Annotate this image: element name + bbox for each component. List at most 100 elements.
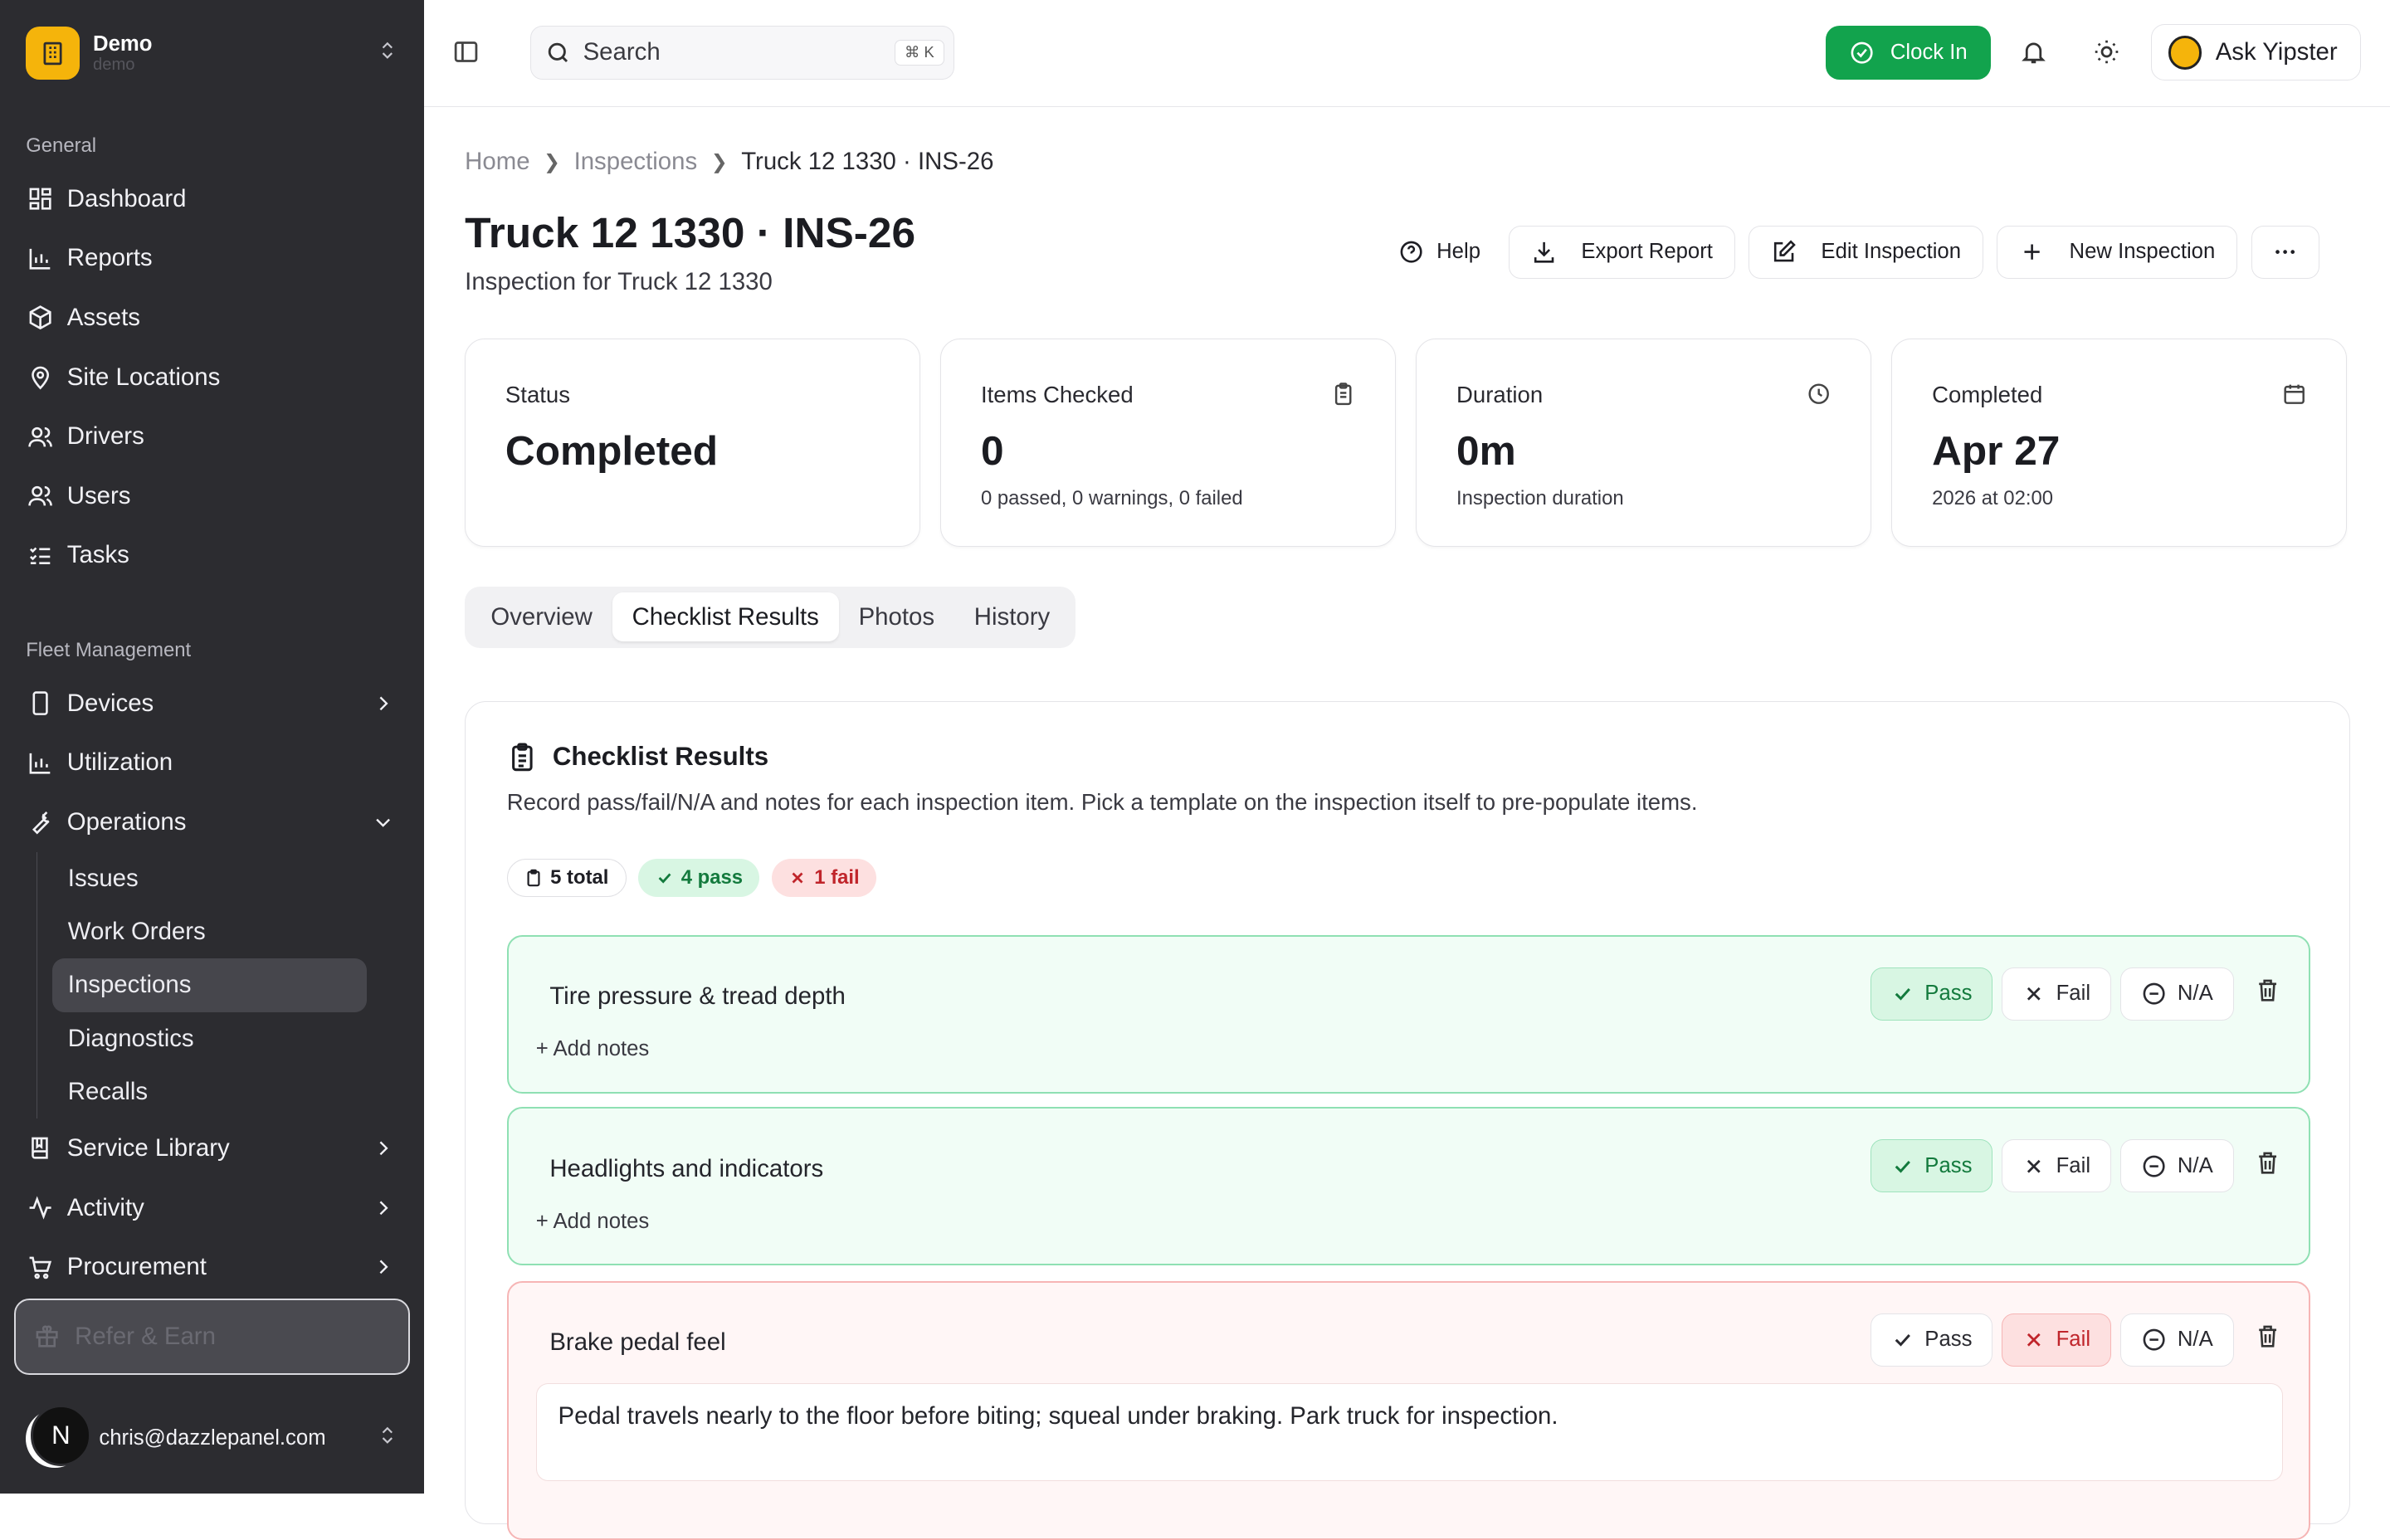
na-button[interactable]: N/A	[2119, 1139, 2234, 1193]
check-icon	[1895, 1160, 1910, 1173]
sun-icon[interactable]	[2093, 38, 2120, 72]
main-content: Search ⌘ K Clock In Ask Yipster Home ❯ I…	[423, 0, 2390, 1540]
export-report-button[interactable]: Export Report	[1509, 225, 1735, 280]
page-title: Truck 12 1330 · INS-26	[465, 207, 916, 256]
check-icon	[1895, 987, 1910, 1001]
pass-label: Pass	[1924, 982, 1973, 1006]
sidebar-item-activity[interactable]: Activity	[14, 1178, 411, 1238]
breadcrumb: Home ❯ Inspections ❯ Truck 12 1330 · INS…	[465, 148, 993, 176]
sidebar-item-operations[interactable]: Operations	[14, 792, 411, 852]
trash-icon[interactable]	[2255, 1150, 2280, 1182]
refer-label: Refer & Earn	[75, 1322, 216, 1350]
add-notes-link[interactable]: + Add notes	[536, 1037, 650, 1061]
sidebar-item-utilization[interactable]: Utilization	[14, 733, 411, 792]
check-icon	[658, 873, 671, 884]
fail-label: Fail	[2056, 1328, 2091, 1352]
checklist-heading: Checklist Results	[507, 742, 768, 772]
box-icon	[29, 305, 51, 330]
sidebar-item-issues[interactable]: Issues	[52, 852, 366, 905]
pass-button[interactable]: Pass	[1871, 1139, 1993, 1193]
edit-inspection-button[interactable]: Edit Inspection	[1749, 225, 1983, 280]
fail-label: Fail	[2056, 982, 2091, 1006]
sidebar-item-label: Activity	[66, 1193, 144, 1221]
na-label: N/A	[2177, 982, 2213, 1006]
items-checked-card: Items Checked 0 0 passed, 0 warnings, 0 …	[940, 338, 1397, 548]
checklist-item-name: Brake pedal feel	[549, 1328, 726, 1356]
chevrons-up-down-icon	[377, 39, 398, 67]
card-value: Completed	[505, 427, 719, 475]
checklist-item-name: Tire pressure & tread depth	[549, 982, 846, 1010]
tab-photos[interactable]: Photos	[839, 592, 954, 641]
new-label: New Inspection	[2069, 240, 2216, 264]
search-icon	[548, 42, 568, 62]
checklist-item: Headlights and indicators + Add notes Pa…	[506, 1107, 2310, 1266]
sidebar-item-drivers[interactable]: Drivers	[14, 407, 411, 466]
tab-checklist-results[interactable]: Checklist Results	[612, 592, 839, 642]
pass-button[interactable]: Pass	[1871, 967, 1993, 1021]
status-card: Status Completed	[465, 338, 921, 548]
sidebar-item-reports[interactable]: Reports	[14, 228, 411, 288]
sidebar-item-label: Devices	[66, 689, 154, 717]
search-input[interactable]: Search ⌘ K	[530, 26, 954, 80]
bar-chart-icon	[29, 753, 51, 774]
add-notes-link[interactable]: + Add notes	[536, 1210, 650, 1234]
pass-button[interactable]: Pass	[1871, 1313, 1993, 1367]
breadcrumb-inspections[interactable]: Inspections	[574, 148, 698, 176]
help-button[interactable]: Help	[1383, 225, 1495, 280]
sidebar-item-recalls[interactable]: Recalls	[52, 1065, 366, 1118]
org-switcher[interactable]: Demo demo	[26, 26, 398, 80]
result-buttons: Pass Fail N/A	[1861, 1139, 2281, 1193]
trash-icon[interactable]	[2255, 977, 2280, 1010]
breadcrumb-home[interactable]: Home	[465, 148, 529, 176]
sidebar-item-label: Site Locations	[66, 363, 221, 391]
fail-button[interactable]: Fail	[2002, 1313, 2111, 1367]
calendar-icon	[2282, 382, 2306, 412]
sidebar-item-dashboard[interactable]: Dashboard	[14, 169, 411, 229]
section-label-general: General	[26, 134, 97, 157]
sidebar-item-site-locations[interactable]: Site Locations	[14, 348, 411, 407]
users-icon	[28, 486, 52, 506]
clipboard-list-icon	[511, 743, 533, 771]
more-actions-button[interactable]	[2251, 225, 2320, 280]
checklist-summary: 5 total 4 pass 1 fail	[506, 859, 889, 897]
ask-yipster-button[interactable]: Ask Yipster	[2150, 24, 2362, 81]
user-menu[interactable]: N chris@dazzlepanel.com	[26, 1405, 398, 1472]
x-icon	[792, 872, 803, 884]
checklist-title: Checklist Results	[552, 741, 769, 771]
tab-history[interactable]: History	[954, 592, 1070, 641]
yipster-logo-icon	[2168, 36, 2202, 70]
bell-icon[interactable]	[2020, 38, 2047, 72]
sidebar-item-devices[interactable]: Devices	[14, 674, 411, 733]
total-badge: 5 total	[506, 859, 627, 897]
na-button[interactable]: N/A	[2119, 1313, 2234, 1367]
search-shortcut: ⌘ K	[894, 39, 944, 66]
sidebar-item-work-orders[interactable]: Work Orders	[52, 905, 366, 958]
card-label: Status	[505, 382, 571, 408]
new-inspection-button[interactable]: New Inspection	[1997, 225, 2237, 280]
sidebar-item-inspections[interactable]: Inspections	[52, 958, 367, 1012]
na-button[interactable]: N/A	[2119, 967, 2234, 1021]
refer-and-earn-button[interactable]: Refer & Earn	[13, 1298, 411, 1375]
sidebar-item-tasks[interactable]: Tasks	[14, 526, 411, 586]
search-placeholder: Search	[583, 38, 661, 66]
sidebar-item-service-library[interactable]: Service Library	[14, 1118, 411, 1178]
bar-chart-icon	[29, 248, 51, 270]
sidebar-item-procurement[interactable]: Procurement	[14, 1237, 411, 1297]
clock-icon	[1807, 382, 1831, 412]
fail-button[interactable]: Fail	[2002, 967, 2111, 1021]
sidebar-item-diagnostics[interactable]: Diagnostics	[52, 1012, 366, 1065]
sidebar-item-label: Reports	[66, 244, 153, 272]
org-name: Demo	[93, 32, 153, 56]
checklist-item: Tire pressure & tread depth + Add notes …	[506, 934, 2310, 1094]
clock-in-button[interactable]: Clock In	[1826, 26, 1991, 80]
sidebar-item-users[interactable]: Users	[14, 466, 411, 526]
section-label-fleet: Fleet Management	[26, 638, 192, 661]
list-check-icon	[30, 547, 51, 564]
card-label: Items Checked	[980, 382, 1134, 408]
sidebar-item-assets[interactable]: Assets	[14, 288, 411, 348]
sidebar-toggle-icon[interactable]	[452, 38, 480, 72]
trash-icon[interactable]	[2255, 1323, 2280, 1356]
fail-button[interactable]: Fail	[2002, 1139, 2111, 1193]
notes-textarea[interactable]: Pedal travels nearly to the floor before…	[535, 1383, 2283, 1481]
tab-overview[interactable]: Overview	[471, 592, 612, 641]
